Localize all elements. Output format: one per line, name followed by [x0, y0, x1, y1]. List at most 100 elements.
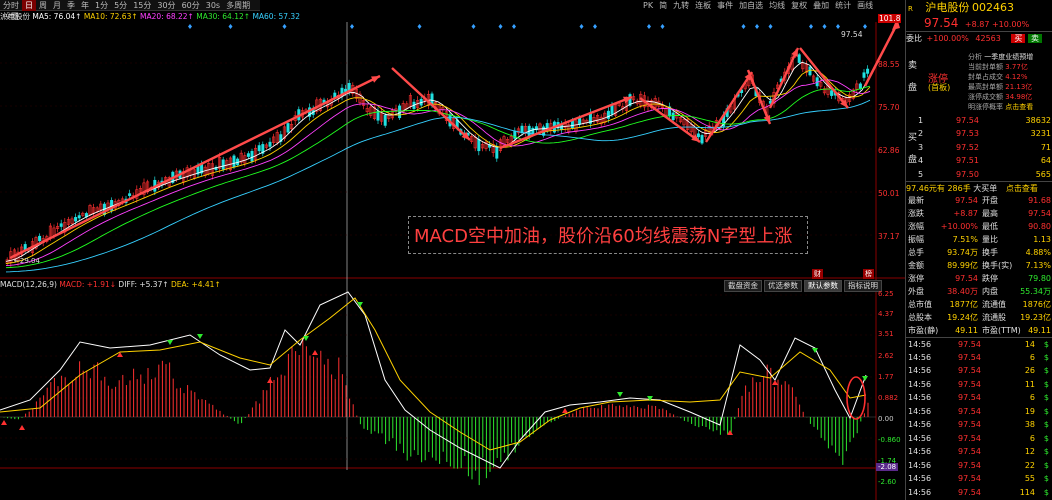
big-order-link[interactable]: 点击查看 — [1006, 184, 1038, 193]
candle-body — [866, 68, 870, 74]
macd-btn-help[interactable]: 指标说明 — [844, 280, 882, 292]
period-tab-15min[interactable]: 15分 — [130, 0, 154, 11]
ma-stock-name: 沪电股份 — [0, 12, 30, 21]
bid-price: 97.51 — [956, 156, 979, 166]
sell-side-label-2: 盘 — [908, 83, 918, 93]
period-tab-day[interactable]: 日 — [22, 0, 36, 11]
candle-body — [232, 155, 236, 168]
stats-label: 流通股 — [982, 313, 1006, 322]
toolbar-ma[interactable]: 均线 — [766, 0, 788, 11]
stats-row: 涨跌 +8.87 最高 97.54 — [906, 207, 1052, 220]
period-tab-season[interactable]: 季 — [64, 0, 78, 11]
tick-volume: 114 — [1019, 487, 1035, 497]
ma-legend: 沪电股份 MA5: 76.04↑ MA10: 72.63↑ MA20: 68.2… — [0, 11, 300, 22]
stats-label: 外盘 — [908, 287, 924, 296]
candle-body — [38, 235, 42, 242]
stats-row: 总股本 19.24亿 流通股 19.23亿 — [906, 311, 1052, 324]
tick-volume: 14 — [1024, 340, 1035, 349]
macd-btn-optimal[interactable]: 优选参数 — [764, 280, 802, 292]
bid-row[interactable]: 4 97.51 64 — [906, 154, 1052, 167]
limit-prob-link[interactable]: 点击查看 — [1005, 103, 1033, 111]
macd-axis-highlight: -2.08 — [876, 463, 899, 471]
bid-level: 5 — [918, 169, 924, 179]
tick-row: 14:56 97.54 26 $ — [906, 364, 1052, 377]
tick-price: 97.54 — [958, 393, 981, 402]
tick-row: 14:56 97.54 6 $ — [906, 432, 1052, 445]
toolbar-jiuzhuan[interactable]: 九转 — [670, 0, 692, 11]
stats-row: 外盘 38.40万 内盘 55.34万 — [906, 285, 1052, 298]
period-tab-fenshi[interactable]: 分时 — [0, 0, 22, 11]
tick-flag: $ — [1043, 366, 1049, 375]
bid-row[interactable]: 1 97.54 38632 — [906, 114, 1052, 127]
toolbar-add-watch[interactable]: 加自选 — [736, 0, 766, 11]
toolbar-pk[interactable]: PK — [640, 0, 656, 11]
tick-time: 14:56 — [908, 474, 932, 483]
price-axis-1: 88.55 — [878, 60, 900, 69]
ma10-label: MA10: 72.63↑ — [83, 12, 138, 21]
badge-bang[interactable]: 榜 — [863, 269, 874, 279]
stats-row: 金额 89.99亿 换手(实) 7.13% — [906, 259, 1052, 272]
stats-label: 流通值 — [982, 300, 1006, 309]
buy-button[interactable]: 买 — [1011, 34, 1026, 43]
period-tab-30min[interactable]: 30分 — [154, 0, 178, 11]
tick-price: 97.54 — [958, 474, 981, 483]
tick-volume: 6 — [1029, 393, 1035, 402]
period-tab-1min[interactable]: 1分 — [92, 0, 111, 11]
toolbar-jian[interactable]: 简 — [656, 0, 670, 11]
period-tab-week[interactable]: 周 — [36, 0, 50, 11]
macd-btn-capital[interactable]: 截盘资金 — [724, 280, 762, 292]
toolbar-r[interactable]: R — [908, 5, 913, 13]
candle-body — [383, 114, 387, 126]
bid-row[interactable]: 3 97.52 71 — [906, 141, 1052, 154]
dea-value: DEA: +4.41↑ — [171, 280, 221, 289]
toolbar-fuquan[interactable]: 复权 — [788, 0, 810, 11]
tick-flag: $ — [1043, 487, 1049, 497]
stats-row: 最新 97.54 开盘 91.68 — [906, 194, 1052, 207]
bid-row[interactable]: 5 97.50 565 — [906, 168, 1052, 181]
toolbar-lianban[interactable]: 连板 — [692, 0, 714, 11]
limit-analysis: 分析 一季度业绩预增 当前封单额 3.77亿 封单占成交 4.12% 最高封单额… — [968, 53, 1034, 111]
ma20-label: MA20: 68.22↑ — [140, 12, 194, 21]
tick-price: 97.54 — [958, 460, 981, 470]
toolbar-overlay[interactable]: 叠加 — [810, 0, 832, 11]
candle-body — [59, 223, 63, 227]
toolbar-stats[interactable]: 统计 — [832, 0, 854, 11]
tick-flag: $ — [1043, 406, 1049, 416]
period-tab-5min[interactable]: 5分 — [111, 0, 130, 11]
period-tab-year[interactable]: 年 — [78, 0, 92, 11]
period-tab-bar: 分时日周月季年 1分 5分 15分 30分 60分 30s 多周期设置 — [0, 0, 260, 21]
period-tab-month[interactable]: 月 — [50, 0, 64, 11]
macd-btn-default[interactable]: 默认参数 — [804, 280, 842, 292]
candle-body — [268, 141, 272, 147]
period-tab-multi[interactable]: 多周期 — [223, 0, 253, 11]
weibi-label: 委比 — [906, 34, 922, 43]
bid-volume: 3231 — [1030, 129, 1051, 139]
stats-label: 量比 — [982, 235, 998, 244]
toolbar-draw[interactable]: 画线 — [854, 0, 876, 11]
sell-button[interactable]: 卖 — [1027, 34, 1042, 43]
tick-time: 14:56 — [908, 447, 932, 456]
tick-time: 14:56 — [908, 393, 932, 402]
tick-price: 97.54 — [958, 447, 981, 456]
weibi-value: +100.00% — [926, 34, 969, 43]
tick-time: 14:56 — [908, 420, 932, 429]
stats-row: 总手 93.74万 换手 4.88% — [906, 246, 1052, 259]
bid-row[interactable]: 2 97.53 3231 — [906, 127, 1052, 140]
weibi-row: 委比 +100.00% 42563 买 卖 — [906, 31, 1052, 44]
ma5-label: MA5: 76.04↑ — [32, 12, 82, 21]
stats-value: 79.80 — [1028, 274, 1051, 283]
bid-price: 97.50 — [956, 169, 979, 179]
stats-value: 97.54 — [1028, 209, 1051, 218]
tick-price: 97.54 — [958, 420, 981, 429]
toolbar-event[interactable]: 事件 — [714, 0, 736, 11]
tick-flag: $ — [1043, 352, 1049, 362]
tick-flag: $ — [1043, 433, 1049, 443]
quote-change: +8.87 — [964, 20, 990, 29]
quote-price-row: 97.54 +8.87 +10.00% — [906, 16, 1052, 31]
stats-value: 7.51% — [952, 235, 978, 244]
period-tab-30s[interactable]: 30s — [203, 0, 223, 11]
period-tab-60min[interactable]: 60分 — [179, 0, 203, 11]
stats-label: 换手(实) — [982, 261, 1013, 270]
tick-volume: 19 — [1024, 406, 1035, 416]
badge-cai[interactable]: 财 — [812, 269, 823, 279]
